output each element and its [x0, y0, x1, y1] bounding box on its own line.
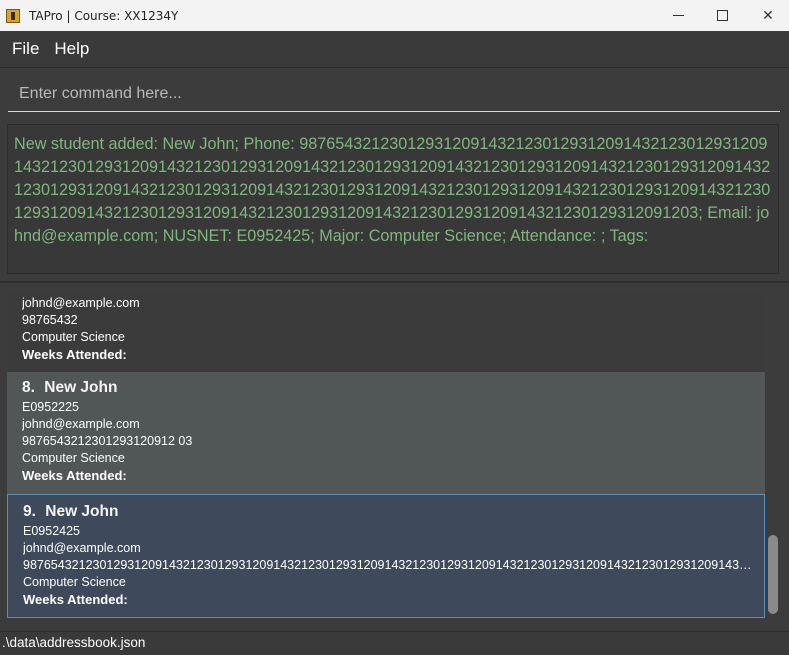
student-name: New John: [45, 503, 119, 520]
student-email: johnd@example.com: [22, 296, 140, 310]
menu-bar: File Help: [0, 31, 789, 68]
student-index: 9.: [23, 503, 36, 520]
student-major: Computer Science: [23, 575, 126, 589]
student-list[interactable]: johnd@example.com 98765432 Computer Scie…: [0, 283, 789, 627]
command-input[interactable]: [8, 76, 780, 112]
student-email: johnd@example.com: [22, 417, 140, 431]
title-bar: TAPro | Course: XX1234Y ✕: [0, 0, 789, 31]
student-name: New John: [44, 379, 118, 396]
student-major: Computer Science: [22, 330, 125, 344]
student-header: 9. New John: [23, 501, 764, 523]
student-phone: 9876543212301293120914321230129312091432…: [23, 558, 764, 572]
menu-file[interactable]: File: [0, 39, 48, 59]
student-nusnet: E0952425: [23, 524, 81, 538]
command-box: [0, 68, 789, 118]
student-card[interactable]: johnd@example.com 98765432 Computer Scie…: [7, 292, 765, 372]
student-phone: 98765432: [22, 313, 78, 327]
student-nusnet: E0952225: [22, 400, 80, 414]
menu-help[interactable]: Help: [48, 39, 98, 59]
student-email: johnd@example.com: [23, 541, 141, 555]
student-card[interactable]: 8. New John E0952225 johnd@example.com 9…: [7, 372, 765, 494]
maximize-icon[interactable]: [699, 0, 745, 31]
student-header: 8. New John: [22, 377, 765, 399]
weeks-attended-label: Weeks Attended:: [22, 347, 127, 362]
student-phone: 9876543212301293120912 03: [22, 434, 193, 448]
close-icon[interactable]: ✕: [745, 0, 789, 31]
student-index: 8.: [22, 379, 35, 396]
weeks-attended-label: Weeks Attended:: [22, 468, 127, 483]
window-title: TAPro | Course: XX1234Y: [29, 8, 179, 23]
minimize-icon[interactable]: [655, 0, 701, 31]
scrollbar-thumb[interactable]: [768, 535, 778, 614]
result-display: New student added: New John; Phone: 9876…: [7, 124, 779, 274]
student-major: Computer Science: [22, 451, 125, 465]
weeks-attended-label: Weeks Attended:: [23, 592, 128, 607]
tapro-app-icon: [6, 8, 20, 23]
status-bar-file-path: .\data\addressbook.json: [0, 631, 789, 655]
student-card-selected[interactable]: 9. New John E0952425 johnd@example.com 9…: [7, 494, 765, 618]
